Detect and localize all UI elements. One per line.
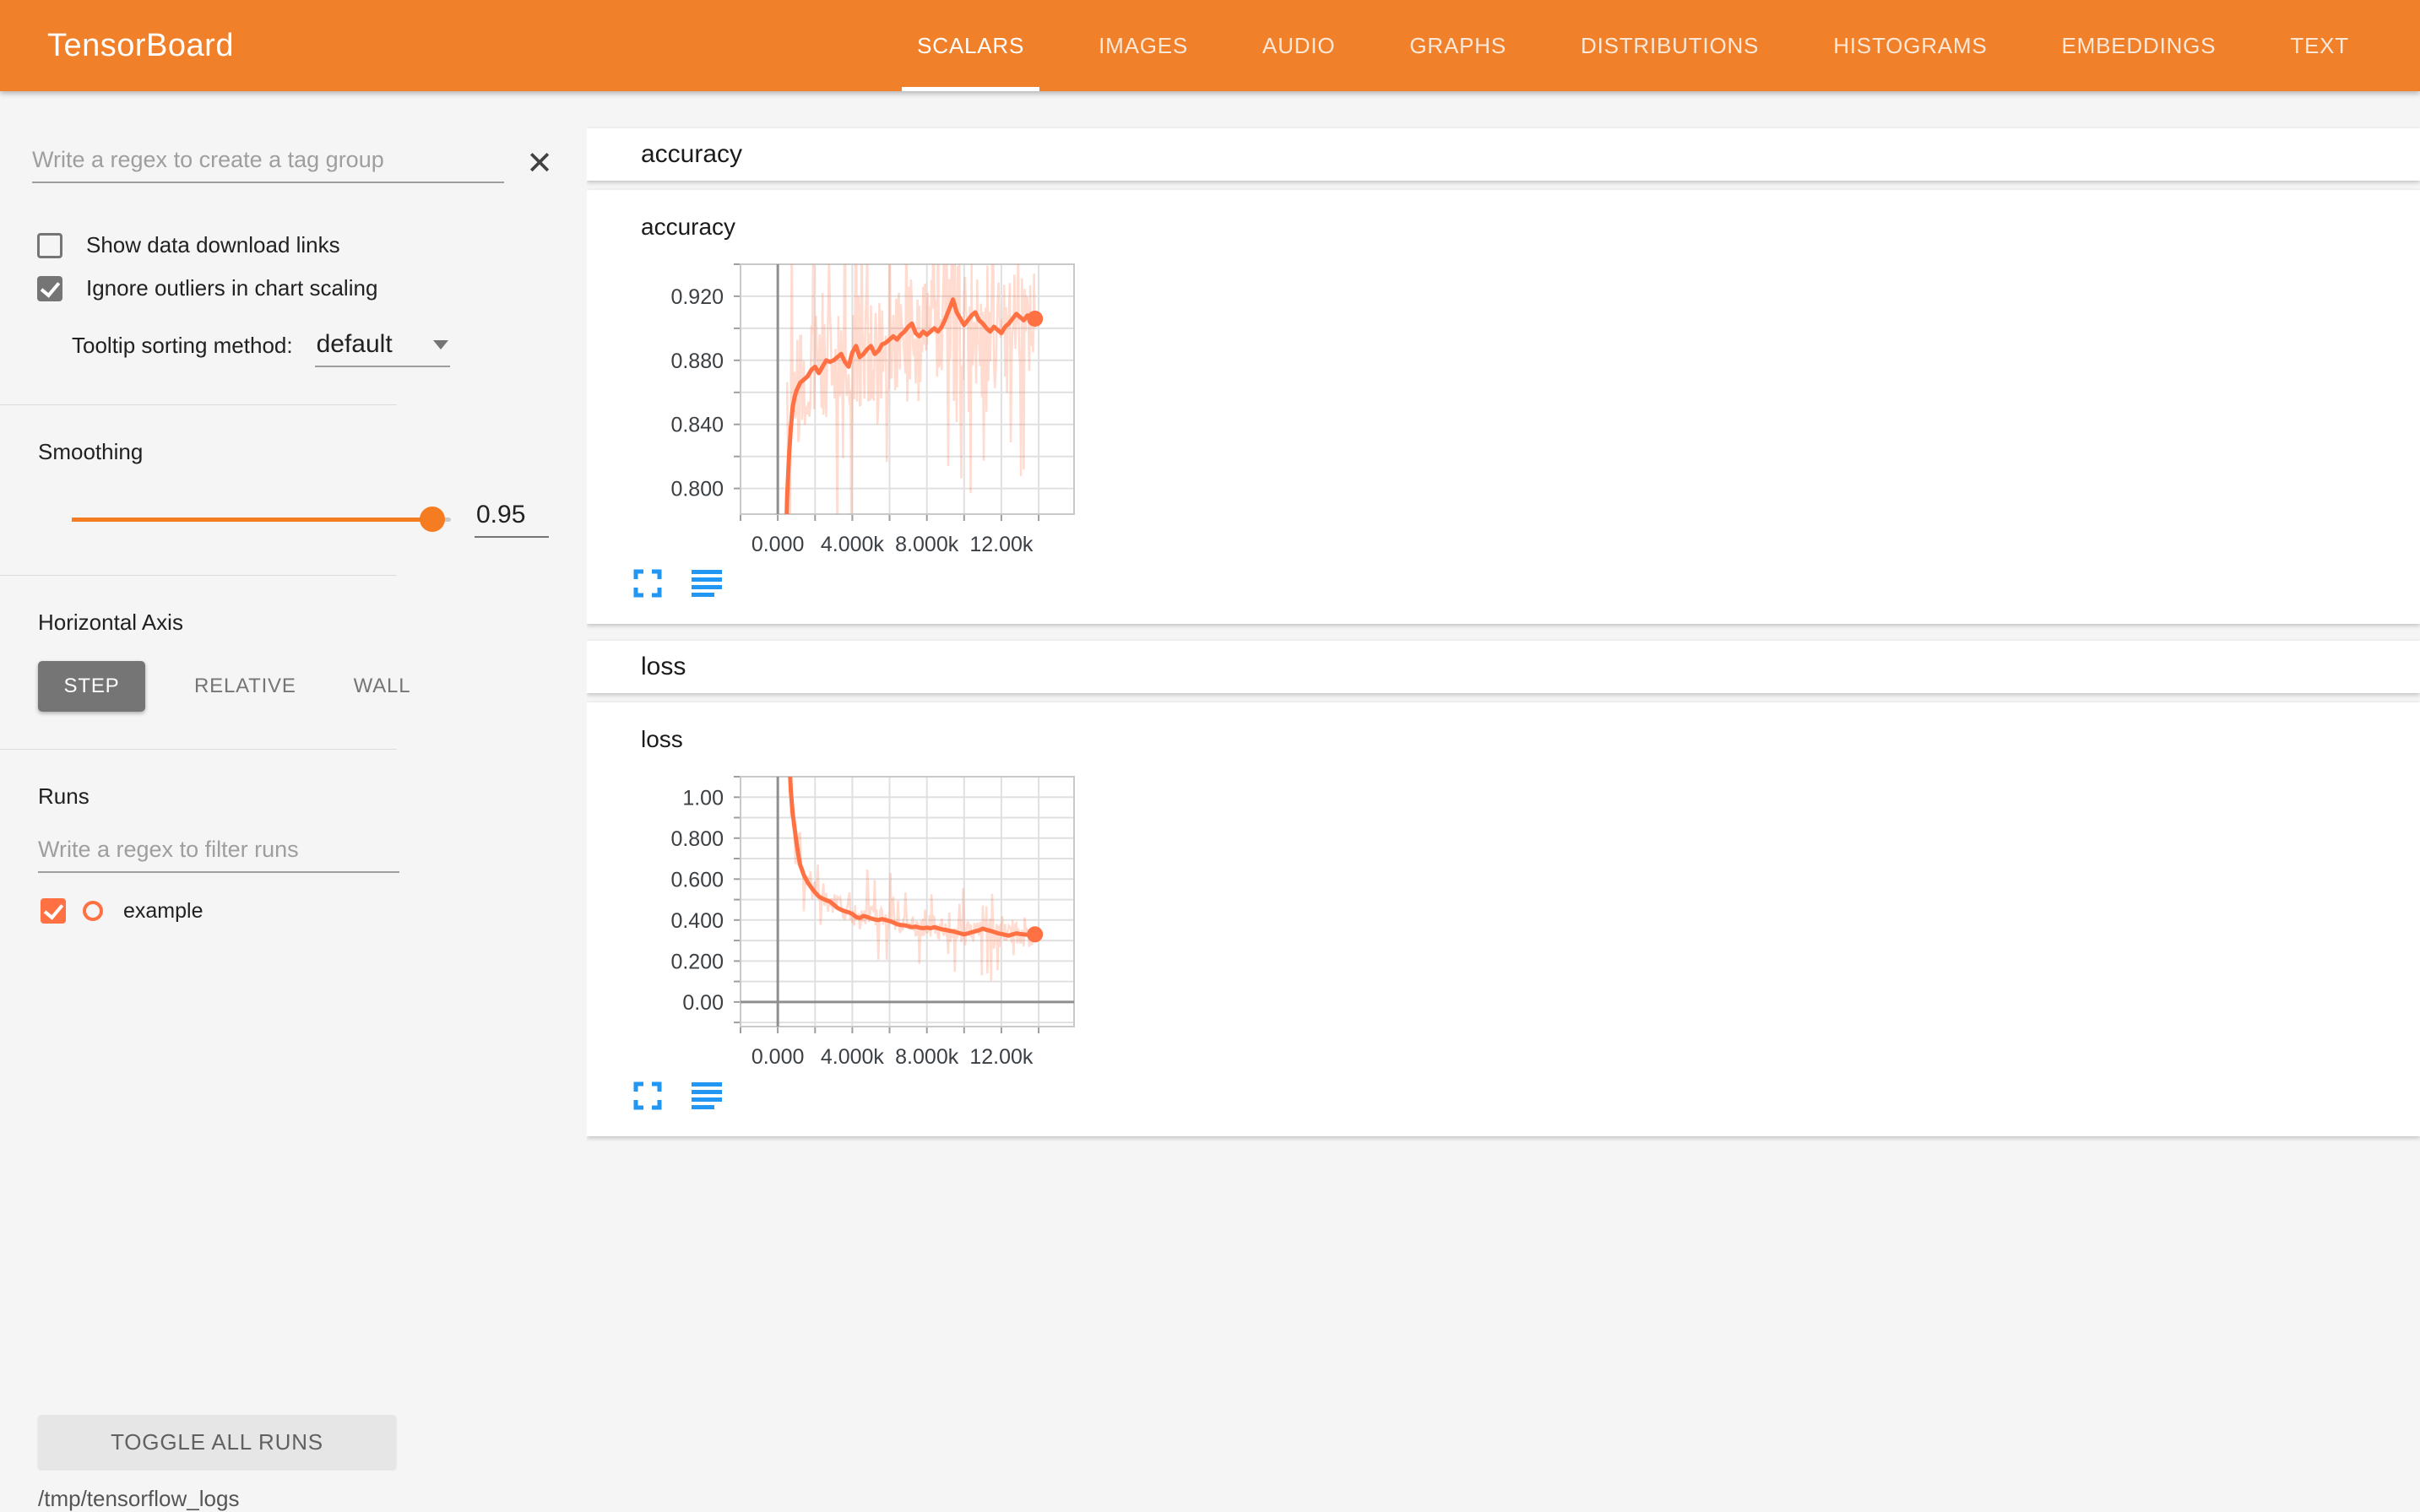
horizontal-axis-options: STEP RELATIVE WALL bbox=[38, 661, 587, 712]
run-checkbox[interactable] bbox=[41, 898, 66, 924]
tab-audio[interactable]: AUDIO bbox=[1262, 0, 1335, 91]
app-title: TensorBoard bbox=[0, 28, 234, 64]
svg-text:0.200: 0.200 bbox=[670, 950, 724, 973]
line-chart[interactable]: 0.00 0.200 0.400 0.600 0.800 1.00 0.000 4.000k 8… bbox=[621, 765, 1110, 1079]
fullscreen-icon[interactable] bbox=[632, 1081, 663, 1111]
chart-actions bbox=[632, 568, 2420, 599]
chart-group-title: accuracy bbox=[641, 140, 742, 169]
tag-filter-row: ✕ bbox=[32, 142, 553, 183]
line-chart[interactable]: 0.800 0.840 0.880 0.920 0.000 4.000k 8.000k 12.… bbox=[621, 252, 1110, 566]
option-label: Show data download links bbox=[86, 232, 340, 258]
option-ignore-outliers-in-chart-scaling[interactable]: Ignore outliers in chart scaling bbox=[0, 275, 587, 301]
logdir-path: /tmp/tensorflow_logs bbox=[38, 1486, 239, 1512]
run-label: example bbox=[123, 899, 203, 924]
sidebar: ✕ Show data download links Ignore outlier… bbox=[0, 91, 587, 1454]
run-filter-input[interactable] bbox=[38, 832, 399, 873]
tooltip-sorting-label: Tooltip sorting method: bbox=[72, 333, 293, 367]
smoothing-value[interactable]: 0.95 bbox=[475, 501, 549, 538]
tab-images[interactable]: IMAGES bbox=[1099, 0, 1188, 91]
svg-text:0.400: 0.400 bbox=[670, 909, 724, 933]
tab-embeddings[interactable]: EMBEDDINGS bbox=[2062, 0, 2217, 91]
chart-card: accuracy 0.800 0.840 0.880 0.920 0.000 4.000k… bbox=[587, 190, 2420, 624]
chart-group-header-loss[interactable]: loss bbox=[587, 641, 2420, 693]
tooltip-sorting-value: default bbox=[317, 330, 393, 359]
tab-graphs[interactable]: GRAPHS bbox=[1409, 0, 1506, 91]
svg-text:0.840: 0.840 bbox=[670, 414, 724, 437]
svg-text:12.00k: 12.00k bbox=[969, 533, 1034, 556]
divider bbox=[0, 404, 397, 405]
svg-text:4.000k: 4.000k bbox=[821, 1045, 885, 1069]
divider bbox=[0, 575, 397, 576]
tooltip-sorting-row: Tooltip sorting method: default bbox=[72, 330, 587, 367]
toggle-all-runs-button[interactable]: TOGGLE ALL RUNS bbox=[38, 1415, 396, 1469]
chart-title: accuracy bbox=[641, 214, 2420, 241]
option-show-data-download-links[interactable]: Show data download links bbox=[0, 232, 587, 258]
svg-text:12.00k: 12.00k bbox=[969, 1045, 1034, 1069]
run-item-example[interactable]: example bbox=[41, 898, 587, 924]
chart-group-header-accuracy[interactable]: accuracy bbox=[587, 128, 2420, 181]
axis-button-relative[interactable]: RELATIVE bbox=[186, 675, 305, 698]
slider-fill bbox=[72, 518, 432, 522]
run-list: example bbox=[0, 898, 587, 924]
tab-scalars[interactable]: SCALARS bbox=[917, 0, 1024, 91]
tooltip-sorting-select[interactable]: default bbox=[315, 330, 450, 367]
svg-text:0.800: 0.800 bbox=[670, 827, 724, 851]
checkbox[interactable] bbox=[37, 276, 62, 301]
svg-text:0.600: 0.600 bbox=[670, 868, 724, 891]
chart-options: Show data download links Ignore outliers … bbox=[0, 232, 587, 301]
axis-button-step[interactable]: STEP bbox=[38, 661, 145, 712]
horizontal-bars-icon[interactable] bbox=[692, 568, 722, 599]
runs-label: Runs bbox=[38, 783, 587, 810]
svg-text:0.920: 0.920 bbox=[670, 285, 724, 309]
chart-title: loss bbox=[641, 726, 2420, 753]
option-label: Ignore outliers in chart scaling bbox=[86, 275, 377, 301]
svg-text:0.880: 0.880 bbox=[670, 350, 724, 373]
close-icon[interactable]: ✕ bbox=[526, 148, 553, 183]
svg-text:1.00: 1.00 bbox=[682, 786, 724, 810]
tag-filter-input[interactable] bbox=[32, 142, 504, 183]
checkbox[interactable] bbox=[37, 233, 62, 258]
tab-distributions[interactable]: DISTRIBUTIONS bbox=[1581, 0, 1759, 91]
nav-tabs: SCALARS IMAGES AUDIO GRAPHS DISTRIBUTIONS HIS… bbox=[917, 0, 2420, 91]
divider bbox=[0, 749, 397, 750]
chart-actions bbox=[632, 1081, 2420, 1111]
tab-histograms[interactable]: HISTOGRAMS bbox=[1833, 0, 1987, 91]
svg-text:0.00: 0.00 bbox=[682, 991, 724, 1015]
slider-thumb[interactable] bbox=[420, 507, 445, 532]
smoothing-slider-row: 0.95 bbox=[72, 501, 549, 538]
svg-text:0.800: 0.800 bbox=[670, 478, 724, 501]
horizontal-bars-icon[interactable] bbox=[692, 1081, 722, 1111]
chart-section: loss loss 0.000.2000.4000.6000.8001.000.… bbox=[587, 641, 2420, 1136]
smoothing-label: Smoothing bbox=[38, 439, 587, 465]
svg-text:0.000: 0.000 bbox=[752, 1045, 805, 1069]
horizontal-axis-label: Horizontal Axis bbox=[38, 610, 587, 636]
chart-group-title: loss bbox=[641, 653, 686, 681]
run-color-swatch bbox=[83, 901, 103, 921]
fullscreen-icon[interactable] bbox=[632, 568, 663, 599]
svg-text:4.000k: 4.000k bbox=[821, 533, 885, 556]
svg-text:8.000k: 8.000k bbox=[895, 1045, 959, 1069]
app-header: TensorBoard SCALARS IMAGES AUDIO GRAPHS DIST… bbox=[0, 0, 2420, 91]
tab-text[interactable]: TEXT bbox=[2290, 0, 2349, 91]
axis-button-wall[interactable]: WALL bbox=[345, 675, 420, 698]
chart-card: loss 0.00 0.200 0.400 0.600 0.800 1.00 0.000 4.… bbox=[587, 702, 2420, 1136]
chart-section: accuracy accuracy 0.8000.8400.8800.9200.… bbox=[587, 128, 2420, 624]
svg-text:8.000k: 8.000k bbox=[895, 533, 959, 556]
content: accuracy accuracy 0.8000.8400.8800.9200.… bbox=[587, 91, 2420, 1454]
chevron-down-icon bbox=[433, 340, 448, 350]
smoothing-slider[interactable] bbox=[72, 518, 451, 522]
svg-text:0.000: 0.000 bbox=[752, 533, 805, 556]
